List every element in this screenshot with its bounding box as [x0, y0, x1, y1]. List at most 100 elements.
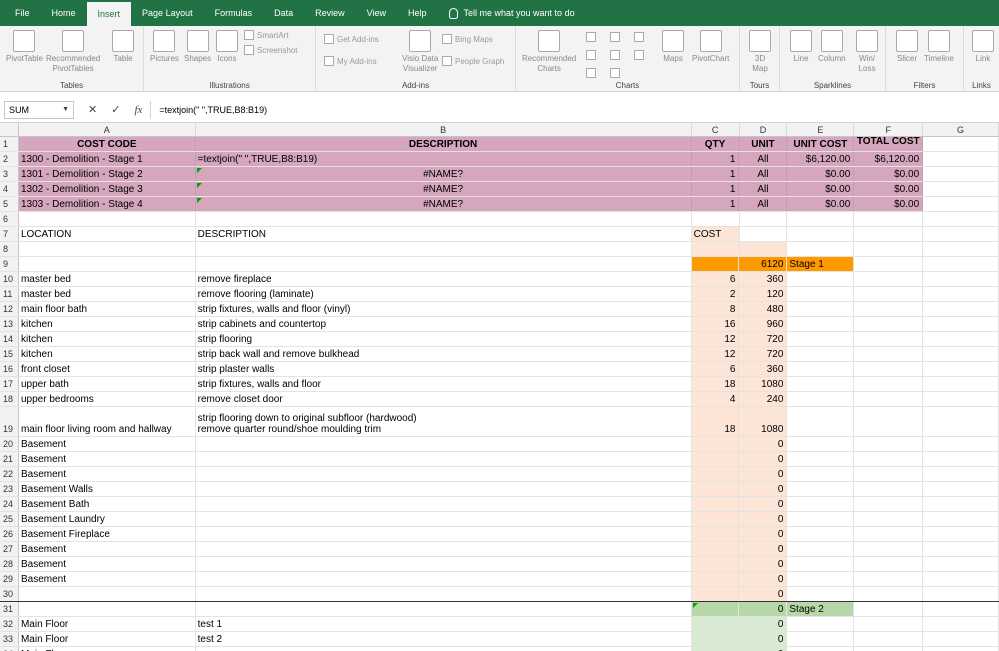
cell-e[interactable] [787, 437, 855, 451]
cell-f[interactable]: $0.00 [854, 167, 924, 181]
cell-e[interactable] [787, 227, 855, 241]
cell-a[interactable]: Basement [19, 437, 196, 451]
row-header[interactable]: 26 [0, 527, 19, 541]
cell-e[interactable] [787, 392, 855, 406]
cell-d[interactable]: 240 [739, 392, 788, 406]
cell-e[interactable] [787, 587, 855, 601]
cell-e[interactable] [787, 497, 855, 511]
cell-a[interactable]: Main Floor [19, 632, 196, 646]
cell-c[interactable] [691, 587, 740, 601]
cell-d[interactable]: 0 [739, 602, 788, 616]
maps-button[interactable]: Maps [662, 30, 684, 64]
shapes-button[interactable]: Shapes [184, 30, 211, 64]
cell-b[interactable] [196, 437, 692, 451]
cell-d[interactable] [740, 227, 788, 241]
cell-c[interactable]: 1 [691, 167, 740, 181]
cell-d[interactable]: 120 [739, 287, 788, 301]
cell-g[interactable] [923, 302, 999, 316]
cell-g[interactable] [923, 467, 999, 481]
line-sparkline-button[interactable]: Line [790, 30, 812, 64]
cell-e[interactable]: Stage 2 [787, 602, 855, 616]
column-header-a[interactable]: A [19, 123, 196, 136]
cell-g[interactable] [923, 572, 999, 586]
tab-review[interactable]: Review [304, 0, 356, 26]
cell-c[interactable] [691, 632, 740, 646]
cell-b[interactable]: remove closet door [196, 392, 692, 406]
cell-d[interactable]: 0 [739, 632, 788, 646]
cell-a[interactable]: upper bath [19, 377, 196, 391]
recommended-pivottables-button[interactable]: Recommended PivotTables [46, 30, 100, 74]
cell-g[interactable] [923, 197, 999, 211]
cell-d[interactable]: 360 [739, 272, 788, 286]
cell-f[interactable]: $0.00 [854, 197, 924, 211]
cell-a[interactable]: kitchen [19, 317, 196, 331]
row-header[interactable]: 4 [0, 182, 19, 196]
hierarchy-chart-button[interactable] [610, 32, 620, 42]
formula-input[interactable]: =textjoin(" ",TRUE,B8:B19) [159, 105, 267, 115]
cell-d[interactable]: 720 [739, 347, 788, 361]
cell-g[interactable] [923, 542, 999, 556]
cell-g[interactable] [923, 332, 999, 346]
cell-a[interactable] [19, 602, 196, 616]
icons-button[interactable]: Icons [216, 30, 238, 64]
cell-a[interactable]: COST CODE [18, 137, 196, 151]
cell-b[interactable]: strip back wall and remove bulkhead [196, 347, 692, 361]
chevron-down-icon[interactable]: ▼ [62, 102, 69, 118]
cell-b[interactable] [196, 452, 692, 466]
cell-f[interactable] [854, 557, 924, 571]
cell-g[interactable] [923, 167, 999, 181]
worksheet-grid[interactable]: A B C D E F G 1 COST CODE DESCRIPTION QTY UN… [0, 123, 999, 651]
cell-c[interactable] [691, 512, 740, 526]
cell-c[interactable] [692, 212, 740, 226]
cell-b[interactable] [196, 647, 692, 651]
column-header-c[interactable]: C [692, 123, 740, 136]
cell-b[interactable] [196, 242, 692, 256]
cell-d[interactable]: 360 [739, 362, 788, 376]
row-header[interactable]: 2 [0, 152, 19, 166]
row-header[interactable]: 27 [0, 542, 19, 556]
cell-d[interactable] [739, 242, 788, 256]
cell-b[interactable]: remove fireplace [196, 272, 692, 286]
row-header[interactable]: 20 [0, 437, 19, 451]
link-button[interactable]: Link [972, 30, 994, 64]
cell-g[interactable] [923, 272, 999, 286]
cell-f[interactable]: $0.00 [854, 182, 924, 196]
recommended-charts-button[interactable]: Recommended Charts [522, 30, 576, 74]
cell-c[interactable] [691, 572, 740, 586]
cell-e[interactable] [787, 332, 855, 346]
tab-formulas[interactable]: Formulas [204, 0, 264, 26]
cell-f[interactable] [854, 242, 924, 256]
row-header[interactable]: 15 [0, 347, 19, 361]
cell-a[interactable]: Basement Laundry [19, 512, 196, 526]
cell-a[interactable]: Basement [19, 467, 196, 481]
cell-f[interactable] [854, 317, 924, 331]
cell-f[interactable]: $6,120.00 [854, 152, 924, 166]
cell-f[interactable] [854, 437, 924, 451]
cell-a[interactable]: Basement Bath [19, 497, 196, 511]
cell-e[interactable] [787, 302, 855, 316]
cell-a[interactable]: Basement [19, 542, 196, 556]
cell-c[interactable]: 1 [691, 197, 740, 211]
cell-a[interactable]: front closet [19, 362, 196, 376]
cell-d[interactable]: 6120 [739, 257, 788, 271]
cell-f[interactable] [854, 257, 924, 271]
cell-g[interactable] [923, 182, 999, 196]
cell-c[interactable] [691, 437, 740, 451]
cancel-icon[interactable]: ✕ [88, 103, 97, 116]
statistic-chart-button[interactable] [610, 50, 620, 60]
slicer-button[interactable]: Slicer [896, 30, 918, 64]
row-header[interactable]: 12 [0, 302, 19, 316]
cell-b[interactable] [196, 512, 692, 526]
row-header[interactable]: 5 [0, 197, 19, 211]
cell-d[interactable]: All [739, 182, 788, 196]
cell-d[interactable]: 0 [739, 572, 788, 586]
cell-b[interactable] [196, 587, 692, 601]
cell-a[interactable] [19, 587, 196, 601]
cell-e[interactable] [787, 572, 855, 586]
cell-f[interactable] [854, 602, 924, 616]
cell-c[interactable] [691, 467, 740, 481]
cell-e[interactable] [787, 287, 855, 301]
cell-b[interactable] [196, 467, 692, 481]
row-header[interactable]: 8 [0, 242, 19, 256]
cell-c[interactable]: QTY [691, 137, 740, 151]
